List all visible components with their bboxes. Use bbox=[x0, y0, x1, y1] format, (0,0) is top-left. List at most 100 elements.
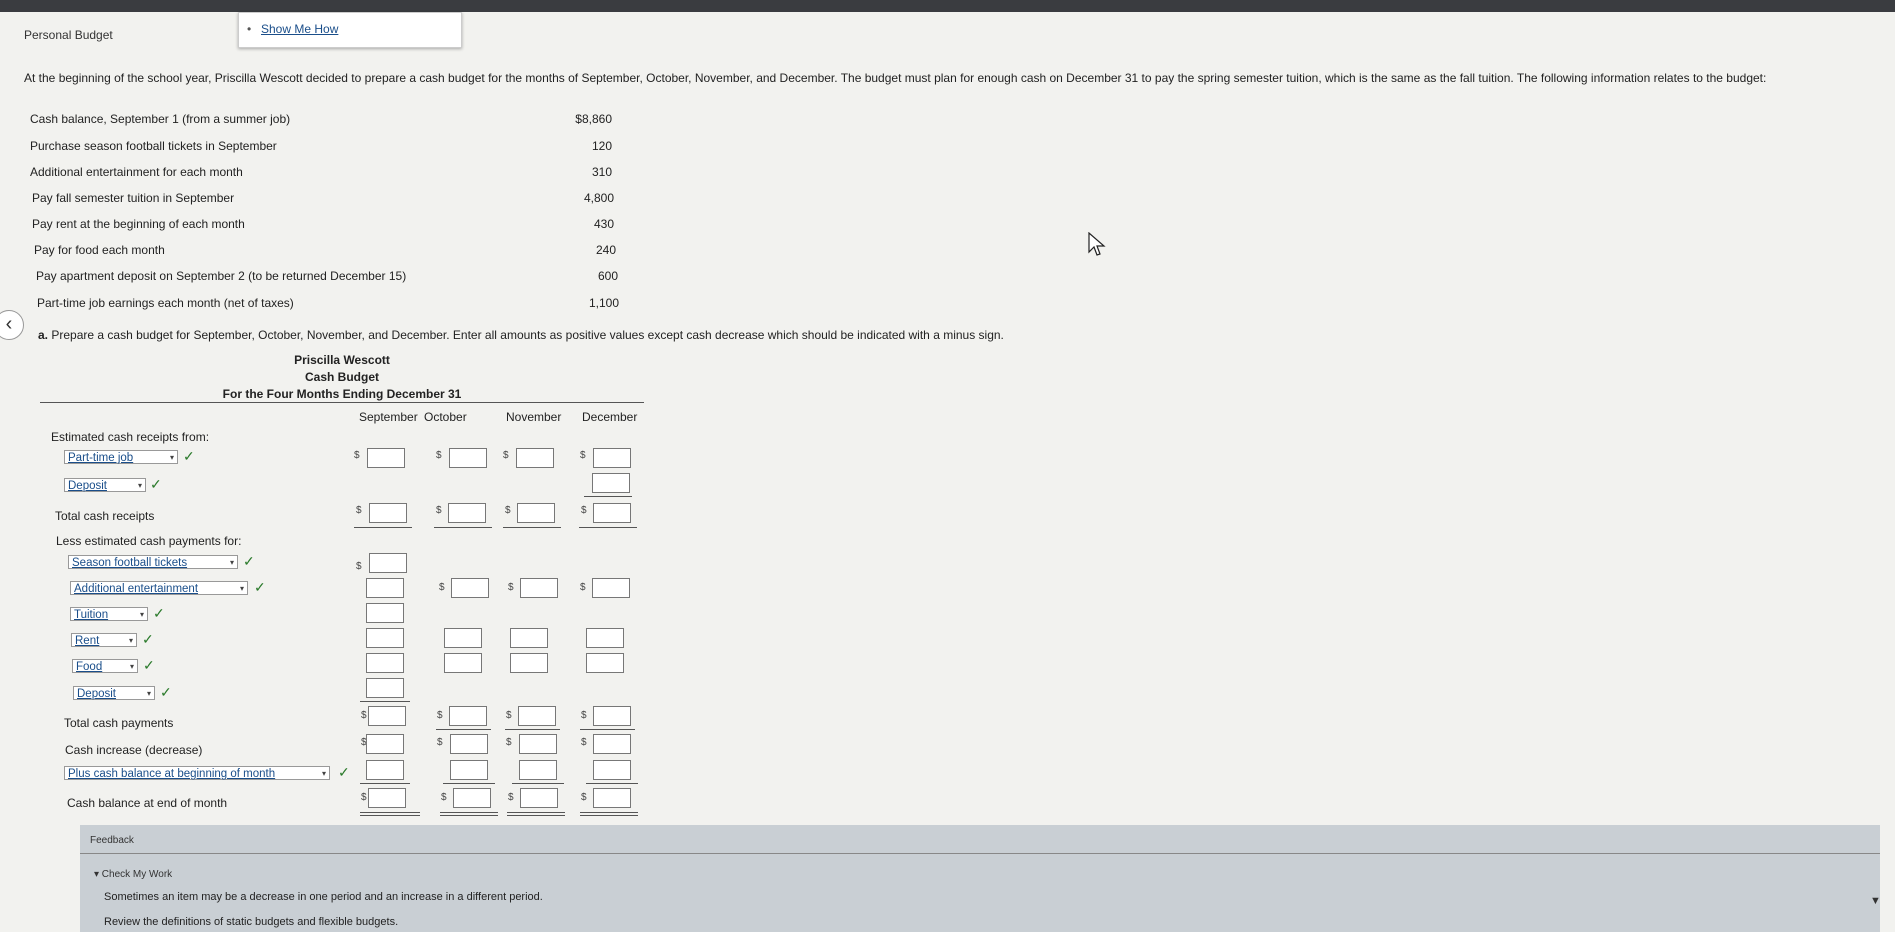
amount-input[interactable] bbox=[369, 503, 407, 523]
check-my-work-toggle[interactable]: ▾ Check My Work bbox=[94, 869, 172, 880]
dropdown-arrow-icon: ▾ bbox=[128, 636, 133, 645]
amount-input[interactable] bbox=[448, 503, 486, 523]
amount-input[interactable] bbox=[517, 503, 555, 523]
amount-input[interactable] bbox=[366, 628, 404, 648]
cash-balance-end-label: Cash balance at end of month bbox=[67, 796, 228, 810]
amount-input[interactable] bbox=[444, 653, 482, 673]
underline bbox=[503, 527, 561, 528]
amount-input[interactable] bbox=[593, 734, 631, 754]
amount-input[interactable] bbox=[449, 448, 487, 468]
double-underline bbox=[507, 812, 565, 816]
amount-input[interactable] bbox=[449, 706, 487, 726]
amount-input[interactable] bbox=[518, 706, 556, 726]
feedback-panel: Feedback ▾ Check My Work Sometimes an it… bbox=[80, 825, 1880, 932]
amount-input[interactable] bbox=[586, 653, 624, 673]
amount-input[interactable] bbox=[592, 578, 630, 598]
amount-input[interactable] bbox=[510, 653, 548, 673]
info-value: 4,800 bbox=[583, 191, 614, 205]
amount-input[interactable] bbox=[519, 760, 557, 780]
feedback-divider bbox=[80, 853, 1880, 854]
amount-input[interactable] bbox=[593, 706, 631, 726]
amount-input[interactable] bbox=[366, 678, 404, 698]
select-deposit-payment[interactable]: Deposit ▾ bbox=[73, 686, 155, 700]
payments-heading: Less estimated cash payments for: bbox=[56, 534, 242, 548]
select-tuition[interactable]: Tuition ▾ bbox=[70, 607, 148, 621]
dollar-sign: $ bbox=[441, 792, 447, 803]
amount-input[interactable] bbox=[592, 473, 630, 493]
correct-check-icon: ✓ bbox=[254, 579, 266, 595]
amount-input[interactable] bbox=[366, 578, 404, 598]
amount-input[interactable] bbox=[593, 788, 631, 808]
amount-input[interactable] bbox=[516, 448, 554, 468]
select-part-time-job[interactable]: Part-time job ▾ bbox=[64, 450, 178, 464]
info-row: Pay for food each month 240 bbox=[34, 243, 634, 261]
amount-input[interactable] bbox=[366, 734, 404, 754]
dropdown-arrow-icon: ▾ bbox=[137, 481, 142, 490]
select-value: Season football tickets bbox=[72, 557, 188, 569]
scroll-down-arrow-icon[interactable]: ▼ bbox=[1870, 895, 1881, 907]
amount-input[interactable] bbox=[519, 734, 557, 754]
total-receipts-label: Total cash receipts bbox=[55, 509, 155, 523]
dollar-sign: $ bbox=[437, 710, 443, 721]
select-deposit-receipt[interactable]: Deposit ▾ bbox=[64, 478, 146, 492]
column-header-december: December bbox=[582, 410, 638, 424]
amount-input[interactable] bbox=[586, 628, 624, 648]
amount-input[interactable] bbox=[444, 628, 482, 648]
correct-check-icon: ✓ bbox=[183, 448, 195, 464]
dollar-sign: $ bbox=[436, 505, 442, 516]
amount-input[interactable] bbox=[366, 760, 404, 780]
amount-input[interactable] bbox=[366, 603, 404, 623]
question-letter: a. bbox=[38, 328, 49, 342]
amount-input[interactable] bbox=[368, 788, 406, 808]
dropdown-arrow-icon: ▾ bbox=[146, 689, 151, 698]
select-food[interactable]: Food ▾ bbox=[72, 659, 138, 673]
receipts-heading: Estimated cash receipts from: bbox=[51, 430, 210, 444]
dollar-sign: $ bbox=[581, 792, 587, 803]
info-value: 240 bbox=[595, 243, 616, 257]
cash-increase-label: Cash increase (decrease) bbox=[65, 743, 203, 757]
amount-input[interactable] bbox=[450, 760, 488, 780]
browser-top-bar bbox=[0, 0, 1895, 12]
budget-period: For the Four Months Ending December 31 bbox=[222, 387, 462, 401]
dropdown-arrow-icon: ▾ bbox=[129, 662, 134, 671]
amount-input[interactable] bbox=[367, 448, 405, 468]
underline bbox=[354, 527, 412, 528]
info-row: Pay rent at the beginning of each month … bbox=[32, 217, 632, 235]
correct-check-icon: ✓ bbox=[143, 657, 155, 673]
show-me-how-panel: • Show Me How bbox=[238, 12, 462, 48]
amount-input[interactable] bbox=[450, 734, 488, 754]
double-underline bbox=[440, 812, 498, 816]
amount-input[interactable] bbox=[451, 578, 489, 598]
amount-input[interactable] bbox=[366, 653, 404, 673]
select-value: Tuition bbox=[74, 609, 109, 621]
dropdown-arrow-icon: ▾ bbox=[239, 584, 244, 593]
info-row: Pay apartment deposit on September 2 (to… bbox=[36, 269, 636, 287]
dollar-sign: $ bbox=[581, 710, 587, 721]
amount-input[interactable] bbox=[453, 788, 491, 808]
show-me-how-link[interactable]: Show Me How bbox=[261, 22, 338, 36]
info-value: 430 bbox=[593, 217, 614, 231]
info-value: 600 bbox=[597, 269, 618, 283]
amount-input[interactable] bbox=[368, 706, 406, 726]
underline bbox=[505, 729, 560, 730]
dollar-sign: $ bbox=[361, 710, 367, 721]
amount-input[interactable] bbox=[593, 503, 631, 523]
amount-input[interactable] bbox=[593, 760, 631, 780]
correct-check-icon: ✓ bbox=[150, 476, 162, 492]
select-season-football-tickets[interactable]: Season football tickets ▾ bbox=[68, 555, 238, 569]
amount-input[interactable] bbox=[510, 628, 548, 648]
amount-input[interactable] bbox=[369, 553, 407, 573]
info-value: 120 bbox=[591, 139, 612, 153]
amount-input[interactable] bbox=[593, 448, 631, 468]
page-title: Personal Budget bbox=[24, 28, 113, 42]
feedback-title: Feedback bbox=[90, 835, 134, 846]
correct-check-icon: ✓ bbox=[153, 605, 165, 621]
amount-input[interactable] bbox=[520, 788, 558, 808]
dollar-sign: $ bbox=[356, 561, 362, 572]
select-plus-cash-balance[interactable]: Plus cash balance at beginning of month … bbox=[64, 766, 330, 780]
dollar-sign: $ bbox=[508, 582, 514, 593]
amount-input[interactable] bbox=[520, 578, 558, 598]
select-rent[interactable]: Rent ▾ bbox=[71, 633, 137, 647]
question-a: a. Prepare a cash budget for September, … bbox=[38, 328, 1004, 342]
select-additional-entertainment[interactable]: Additional entertainment ▾ bbox=[70, 581, 248, 595]
